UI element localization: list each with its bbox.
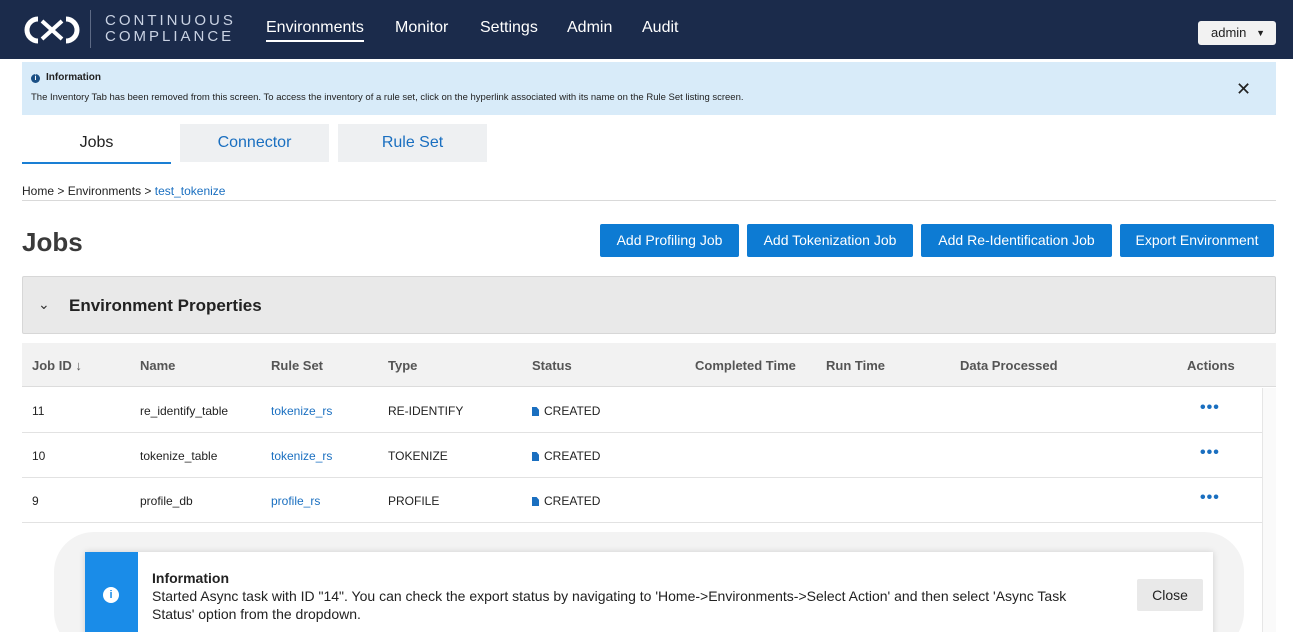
table-row: 9 profile_db profile_rs PROFILE CREATED … [22, 478, 1262, 523]
job-name: profile_db [140, 494, 193, 508]
breadcrumb-sep-2: > [141, 184, 155, 198]
page-title: Jobs [22, 227, 83, 257]
toast-title: Information [152, 570, 229, 586]
document-icon [532, 407, 539, 416]
nav-admin[interactable]: Admin [567, 19, 612, 37]
more-actions-icon[interactable]: ••• [1200, 444, 1220, 462]
document-icon [532, 452, 539, 461]
col-job-id-label: Job ID [32, 358, 72, 373]
breadcrumb-sep-1: > [54, 184, 68, 198]
info-banner: i Information The Inventory Tab has been… [22, 62, 1276, 115]
col-name: Name [140, 358, 176, 373]
job-name: re_identify_table [140, 404, 229, 418]
info-toast: i Information Started Async task with ID… [85, 552, 1213, 632]
job-status: CREATED [532, 404, 600, 418]
rule-set-link[interactable]: tokenize_rs [271, 449, 332, 463]
top-nav: CONTINUOUS COMPLIANCE Environments Monit… [0, 0, 1293, 59]
brand-line-1: CONTINUOUS [105, 12, 236, 29]
table-row: 11 re_identify_table tokenize_rs RE-IDEN… [22, 388, 1262, 433]
chevron-down-icon: ⌄ [38, 296, 50, 312]
table-row: 10 tokenize_table tokenize_rs TOKENIZE C… [22, 433, 1262, 478]
toast-close-button[interactable]: Close [1137, 579, 1203, 611]
add-re-identification-job-button[interactable]: Add Re-Identification Job [921, 224, 1112, 257]
col-completed-time: Completed Time [695, 358, 796, 373]
col-status: Status [532, 358, 572, 373]
tab-rule-set[interactable]: Rule Set [338, 124, 487, 162]
breadcrumb-home[interactable]: Home [22, 184, 54, 198]
job-status-label: CREATED [544, 449, 601, 463]
job-type: TOKENIZE [388, 449, 448, 463]
col-type: Type [388, 358, 418, 373]
col-data-processed: Data Processed [960, 358, 1058, 373]
more-actions-icon[interactable]: ••• [1200, 399, 1220, 417]
table-scrollbar[interactable] [1262, 388, 1276, 632]
nav-monitor[interactable]: Monitor [395, 19, 448, 37]
job-type: PROFILE [388, 494, 440, 508]
add-tokenization-job-button[interactable]: Add Tokenization Job [747, 224, 913, 257]
col-actions: Actions [1187, 358, 1235, 373]
brand-name: CONTINUOUS COMPLIANCE [105, 13, 236, 45]
job-type: RE-IDENTIFY [388, 404, 464, 418]
more-actions-icon[interactable]: ••• [1200, 489, 1220, 507]
export-environment-button[interactable]: Export Environment [1120, 224, 1274, 257]
job-id: 10 [32, 449, 46, 463]
breadcrumb-current[interactable]: test_tokenize [155, 184, 226, 198]
rule-set-link[interactable]: tokenize_rs [271, 404, 332, 418]
job-status-label: CREATED [544, 494, 601, 508]
job-id: 9 [32, 494, 39, 508]
banner-title: Information [46, 72, 101, 83]
nav-environments[interactable]: Environments [266, 19, 364, 42]
environment-properties-title: Environment Properties [69, 296, 262, 315]
tab-jobs[interactable]: Jobs [22, 124, 171, 164]
document-icon [532, 497, 539, 506]
logo-icon [24, 16, 80, 44]
banner-text: The Inventory Tab has been removed from … [31, 92, 744, 103]
tab-connector[interactable]: Connector [180, 124, 329, 162]
close-icon[interactable]: ✕ [1236, 79, 1251, 100]
jobs-table-header: Job ID ↓ Name Rule Set Type Status Compl… [22, 343, 1276, 387]
rule-set-link[interactable]: profile_rs [271, 494, 320, 508]
breadcrumb: Home > Environments > test_tokenize [22, 184, 225, 198]
environment-properties-panel[interactable]: ⌄ Environment Properties [22, 276, 1276, 334]
brand-line-2: COMPLIANCE [105, 28, 235, 45]
breadcrumb-divider [22, 200, 1276, 201]
nav-settings[interactable]: Settings [480, 19, 538, 37]
job-status: CREATED [532, 449, 600, 463]
toast-accent-strip: i [85, 552, 138, 632]
col-rule-set: Rule Set [271, 358, 324, 373]
toast-message: Started Async task with ID "14". You can… [152, 588, 1067, 622]
job-status: CREATED [532, 494, 600, 508]
job-id: 11 [32, 404, 45, 418]
user-menu-button[interactable]: admin ▼ [1198, 21, 1276, 45]
add-profiling-job-button[interactable]: Add Profiling Job [600, 224, 739, 257]
breadcrumb-environments[interactable]: Environments [68, 184, 141, 198]
info-icon: i [31, 74, 40, 83]
job-status-label: CREATED [544, 404, 601, 418]
caret-down-icon: ▼ [1256, 28, 1265, 38]
nav-audit[interactable]: Audit [642, 19, 678, 37]
sort-arrow-down-icon: ↓ [75, 358, 82, 373]
brand-divider [90, 10, 91, 48]
col-run-time: Run Time [826, 358, 885, 373]
info-icon: i [103, 587, 119, 603]
user-name: admin [1211, 25, 1247, 40]
job-name: tokenize_table [140, 449, 218, 463]
col-job-id[interactable]: Job ID ↓ [32, 358, 82, 373]
